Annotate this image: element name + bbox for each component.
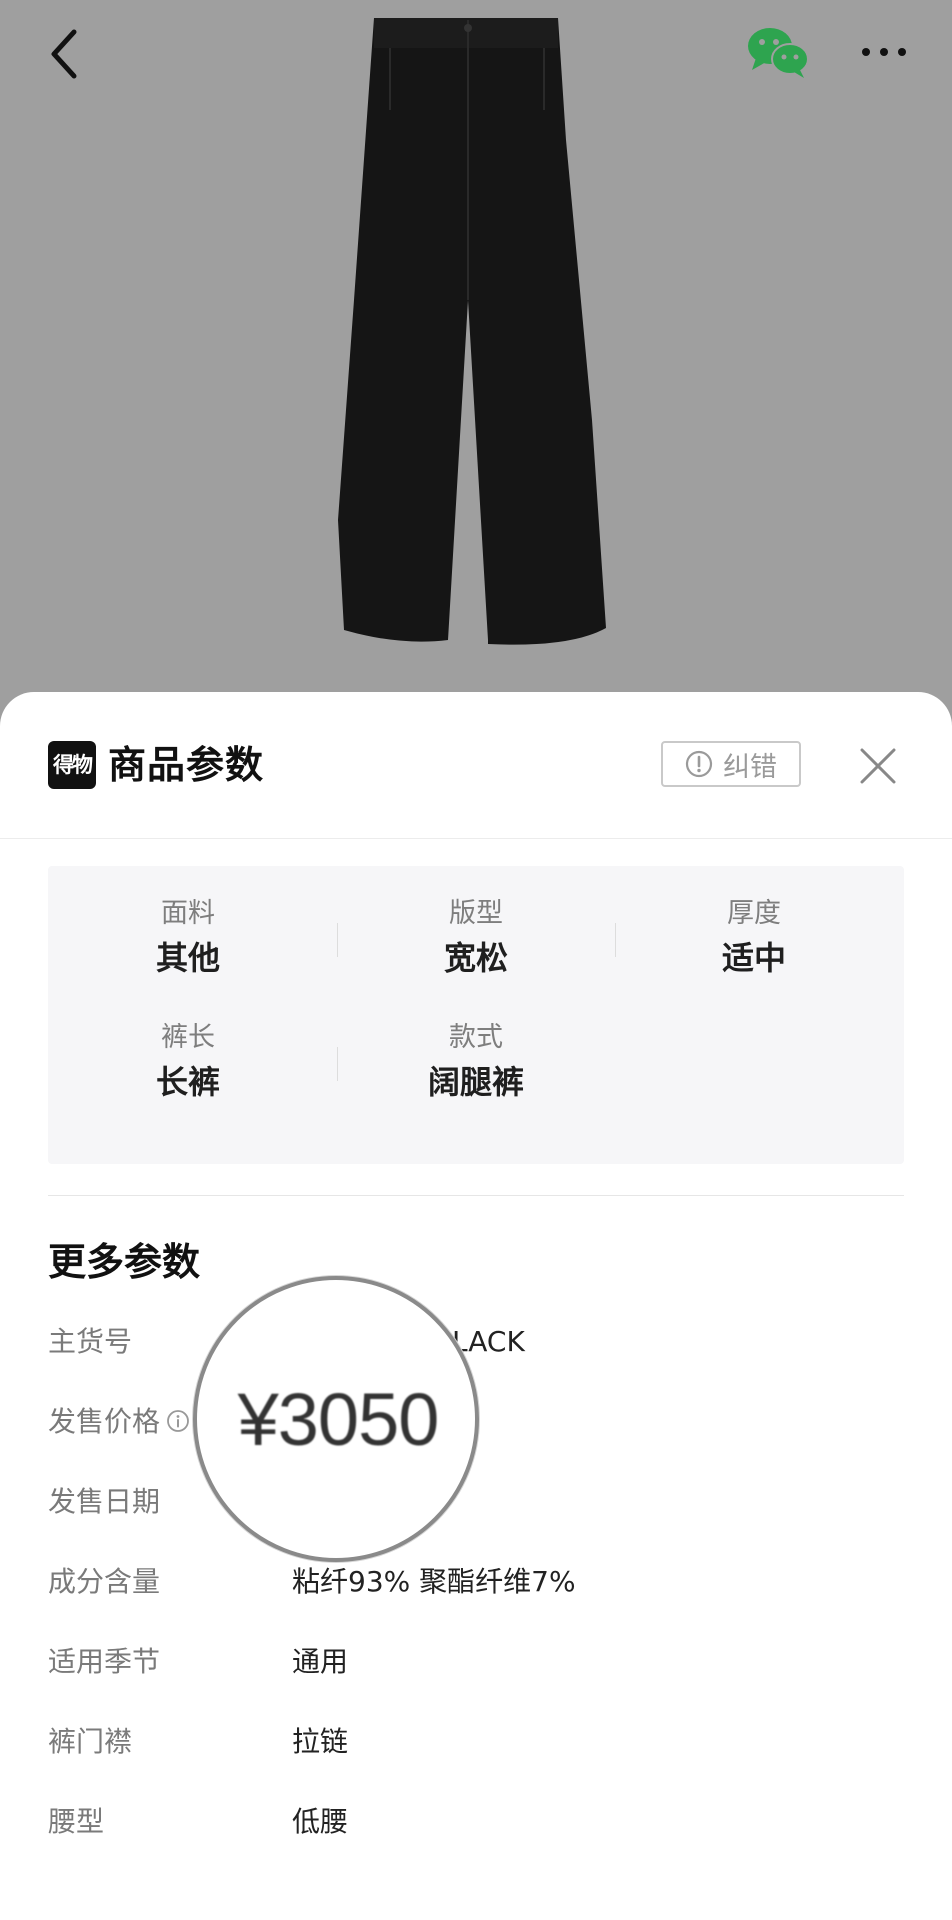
- param-style: 款式 阔腿裤: [336, 1020, 616, 1106]
- param-value: 阔腿裤: [427, 1063, 524, 1101]
- row-label-season: 适用季节: [48, 1645, 161, 1678]
- row-label-text: 发售价格: [48, 1405, 161, 1438]
- row-label-item-no: 主货号: [48, 1325, 133, 1358]
- param-label: 版型: [449, 898, 503, 929]
- param-thickness: 厚度 适中: [614, 896, 894, 982]
- magnified-price: ¥3050: [237, 1377, 440, 1461]
- more-params-title: 更多参数: [48, 1240, 201, 1284]
- row-label-release-price: 发售价格: [48, 1402, 190, 1442]
- wechat-icon[interactable]: [746, 26, 810, 78]
- param-label: 款式: [449, 1022, 503, 1053]
- sheet-header: 得物 商品参数 纠错: [0, 692, 952, 839]
- row-label-waist: 腰型: [48, 1805, 105, 1838]
- back-chevron-icon[interactable]: [40, 22, 90, 82]
- row-label-release-date: 发售日期: [48, 1485, 161, 1518]
- param-label: 厚度: [727, 898, 781, 929]
- brand-logo: 得物: [48, 741, 96, 789]
- row-label-fly: 裤门襟: [48, 1725, 133, 1758]
- param-label: 面料: [161, 898, 215, 929]
- row-value-season: 通用: [292, 1645, 349, 1678]
- product-params-sheet: 得物 商品参数 纠错 面料 其他 版型 宽松 厚度 适中 裤长 长裤 款式 阔腿…: [0, 692, 952, 1920]
- param-value: 适中: [721, 939, 786, 977]
- correct-error-label: 纠错: [723, 751, 777, 783]
- sheet-title: 商品参数: [108, 743, 265, 787]
- param-label: 裤长: [161, 1022, 215, 1053]
- param-fabric: 面料 其他: [48, 896, 328, 982]
- row-value-fly: 拉链: [292, 1725, 349, 1758]
- param-value: 长裤: [155, 1063, 220, 1101]
- product-image-pants: [338, 18, 606, 645]
- more-dots-icon[interactable]: [858, 34, 910, 70]
- row-value-waist: 低腰: [292, 1805, 349, 1838]
- price-magnifier: ¥3050: [193, 1276, 479, 1562]
- correct-error-button[interactable]: 纠错: [661, 741, 801, 787]
- param-length: 裤长 长裤: [48, 1020, 328, 1106]
- section-divider: [48, 1195, 904, 1196]
- product-image-area: [0, 0, 952, 700]
- param-value: 宽松: [443, 939, 508, 977]
- close-icon[interactable]: [858, 746, 898, 786]
- row-label-composition: 成分含量: [48, 1565, 161, 1598]
- param-fit: 版型 宽松: [336, 896, 616, 982]
- params-grid: 面料 其他 版型 宽松 厚度 适中 裤长 长裤 款式 阔腿裤: [48, 866, 904, 1164]
- param-value: 其他: [155, 939, 220, 977]
- row-value-composition: 粘纤93% 聚酯纤维7%: [292, 1565, 576, 1598]
- alert-circle-icon: [685, 750, 713, 778]
- info-icon[interactable]: [166, 1409, 190, 1433]
